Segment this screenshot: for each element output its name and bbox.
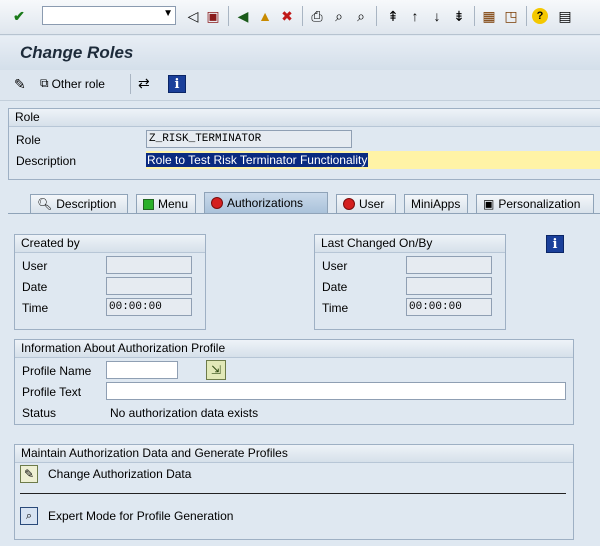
last-page-icon[interactable]: ⇟ xyxy=(450,7,468,25)
print-icon[interactable]: ⎙ xyxy=(308,7,326,25)
cancel-icon[interactable]: ✖ xyxy=(278,7,296,25)
role-group-header: Role xyxy=(9,109,600,127)
previous-page-icon[interactable]: ↑ xyxy=(406,7,424,25)
created-by-header: Created by xyxy=(15,235,205,253)
tab-authorizations-label: Authorizations xyxy=(227,196,304,210)
toolbar-separator xyxy=(474,6,475,26)
tab-description[interactable]: 🔍︎ Description xyxy=(30,194,128,213)
red-status-icon xyxy=(343,198,355,210)
changed-time-label: Time xyxy=(322,301,349,315)
profile-name-field[interactable] xyxy=(106,361,178,379)
exit-icon[interactable]: ▲ xyxy=(256,7,274,25)
toolbar-separator xyxy=(526,6,527,26)
display-change-icon[interactable]: ✎ xyxy=(14,76,26,93)
changed-user-label: User xyxy=(322,259,348,273)
help-icon[interactable]: ? xyxy=(532,8,548,24)
maintain-header: Maintain Authorization Data and Generate… xyxy=(15,445,573,463)
created-user-field[interactable] xyxy=(106,256,192,274)
tab-menu[interactable]: Menu xyxy=(136,194,196,213)
next-page-icon[interactable]: ↓ xyxy=(428,7,446,25)
created-user-label: User xyxy=(22,259,48,273)
info-icon[interactable]: i xyxy=(546,235,564,253)
info-icon[interactable]: i xyxy=(168,75,186,93)
personalization-icon: ▣ xyxy=(483,197,495,211)
changed-time-field[interactable]: 00:00:00 xyxy=(406,298,492,316)
red-status-icon xyxy=(211,197,223,209)
generate-profile-name-icon[interactable]: ⇲ xyxy=(206,360,226,380)
enter-checkmark-icon[interactable]: ✔ xyxy=(10,7,28,25)
tab-user[interactable]: User xyxy=(336,194,396,213)
maintain-group: Maintain Authorization Data and Generate… xyxy=(14,444,574,540)
profile-text-field[interactable] xyxy=(106,382,566,400)
magnifier-icon: ⌕ xyxy=(20,507,38,525)
changed-user-field[interactable] xyxy=(406,256,492,274)
toolbar-separator xyxy=(376,6,377,26)
toolbar-separator xyxy=(302,6,303,26)
find-icon[interactable]: ⌕ xyxy=(330,7,348,25)
created-time-label: Time xyxy=(22,301,49,315)
role-field[interactable]: Z_RISK_TERMINATOR xyxy=(146,130,352,148)
find-next-icon[interactable]: ⌕ xyxy=(352,7,370,25)
layout-settings-icon[interactable]: ▤ xyxy=(556,7,574,25)
tab-miniapps-label: MiniApps xyxy=(411,197,461,211)
other-role-icon: ⧉ xyxy=(40,76,49,90)
save-icon[interactable]: ▣ xyxy=(204,7,222,25)
changed-date-label: Date xyxy=(322,280,348,294)
new-session-icon[interactable]: ▦ xyxy=(480,7,498,25)
tab-menu-label: Menu xyxy=(158,197,189,211)
profile-name-label: Profile Name xyxy=(22,364,92,378)
shortcut-icon[interactable]: ◳ xyxy=(502,7,520,25)
change-auth-data-label: Change Authorization Data xyxy=(48,467,192,481)
tab-personalization-label: Personalization xyxy=(498,197,581,211)
chevron-down-icon[interactable]: ▼ xyxy=(163,8,173,19)
divider xyxy=(20,493,566,494)
green-status-icon xyxy=(143,198,154,210)
other-role-button[interactable]: ⧉ Other role xyxy=(40,76,105,91)
back-arrow-icon[interactable]: ◁ xyxy=(184,7,202,25)
search-doc-icon: 🔍︎ xyxy=(37,197,53,211)
changed-date-field[interactable] xyxy=(406,277,492,295)
status-label: Status xyxy=(22,406,57,420)
pencil-icon: ✎ xyxy=(20,465,38,483)
command-field[interactable]: ▼ xyxy=(42,6,176,25)
expert-mode-label: Expert Mode for Profile Generation xyxy=(48,509,234,523)
toolbar-separator xyxy=(228,6,229,26)
description-field[interactable]: Role to Test Risk Terminator Functionali… xyxy=(146,151,600,169)
expert-mode-button[interactable]: ⌕ Expert Mode for Profile Generation xyxy=(20,507,233,525)
profile-text-label: Profile Text xyxy=(22,385,82,399)
tab-user-label: User xyxy=(359,197,385,211)
transport-icon[interactable]: ⇄ xyxy=(138,75,150,92)
role-label: Role xyxy=(16,133,41,147)
tab-strip-line xyxy=(8,213,600,214)
created-date-field[interactable] xyxy=(106,277,192,295)
created-date-label: Date xyxy=(22,280,48,294)
other-role-label: Other role xyxy=(51,76,105,91)
description-value: Role to Test Risk Terminator Functionali… xyxy=(146,153,369,167)
tab-miniapps[interactable]: MiniApps xyxy=(404,194,468,213)
page-title: Change Roles xyxy=(20,43,134,62)
created-time-field[interactable]: 00:00:00 xyxy=(106,298,192,316)
back-green-icon[interactable]: ◀ xyxy=(234,7,252,25)
first-page-icon[interactable]: ⇞ xyxy=(384,7,402,25)
tab-personalization[interactable]: ▣ Personalization xyxy=(476,194,594,213)
tab-authorizations[interactable]: Authorizations xyxy=(204,192,328,213)
tab-description-label: Description xyxy=(56,197,117,211)
change-auth-data-button[interactable]: ✎ Change Authorization Data xyxy=(20,465,191,483)
auth-profile-header: Information About Authorization Profile xyxy=(15,340,573,358)
toolbar-separator xyxy=(130,74,131,94)
last-changed-header: Last Changed On/By xyxy=(315,235,505,253)
description-label: Description xyxy=(16,154,77,168)
status-value: No authorization data exists xyxy=(110,406,259,420)
system-toolbar: ✔ ▼ ◁ ▣ ◀ ▲ ✖ ⎙ ⌕ ⌕ ⇞ ↑ ↓ ⇟ ▦ ◳ ? ▤ xyxy=(0,0,600,35)
